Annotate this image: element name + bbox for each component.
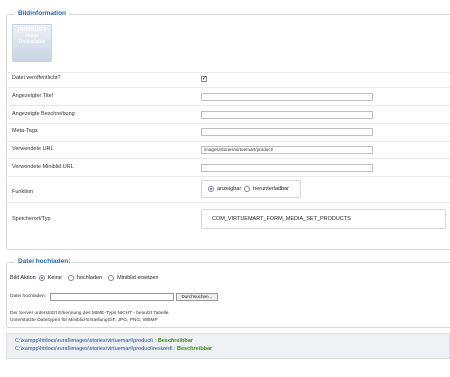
browse-button[interactable]: Durchsuchen... bbox=[176, 293, 218, 301]
radio-action-upload-label: hochladen bbox=[76, 275, 103, 281]
mime-note: Der Server unterstützt Erkennung des MIM… bbox=[10, 311, 170, 316]
divider bbox=[6, 105, 450, 106]
function-radio-group: anzeigbar herunterladbar bbox=[201, 180, 301, 198]
filetypes-note: Unterstützte Dateitypen für Miniblid-Ers… bbox=[10, 318, 158, 323]
title-input[interactable] bbox=[201, 93, 373, 101]
divider bbox=[6, 72, 450, 73]
divider bbox=[6, 176, 450, 177]
location-label: Speicherort/Typ bbox=[12, 216, 51, 222]
path-text: C:\xampp\htdocs\rural\images\stories\vir… bbox=[15, 345, 176, 352]
radio-displayable[interactable] bbox=[208, 186, 214, 192]
image-action-row: Bild Aktion Keine hochladen Miniblid ers… bbox=[10, 275, 158, 281]
divider bbox=[6, 87, 450, 88]
radio-action-none-label: Keine bbox=[47, 275, 62, 281]
image-info-legend: Bildinformation bbox=[15, 10, 70, 17]
path-status: Beschreibbar bbox=[177, 345, 213, 352]
location-value: COM_VIRTUEMART_FORM_MEDIA_SET_PRODUCTS bbox=[212, 216, 351, 222]
divider bbox=[6, 202, 450, 203]
description-label: Angezeigte Beschreibung bbox=[12, 111, 75, 117]
title-label: Angezeigter Titel bbox=[12, 93, 53, 99]
divider bbox=[6, 158, 450, 159]
radio-downloadable-label: herunterladbar bbox=[253, 186, 289, 192]
published-checkbox[interactable] bbox=[201, 75, 207, 82]
function-label: Funktion bbox=[12, 189, 34, 195]
thumb-url-input[interactable] bbox=[201, 164, 373, 172]
path-row: C:\xampp\htdocs\rural\images\stories\vir… bbox=[15, 346, 449, 354]
path-row: C:\xampp\htdocs\rural\images\stories\vir… bbox=[15, 338, 449, 346]
url-label: Verwendete URL bbox=[12, 146, 54, 152]
location-value-box: COM_VIRTUEMART_FORM_MEDIA_SET_PRODUCTS bbox=[201, 209, 446, 229]
thumb-line-3: Unavailable bbox=[18, 39, 46, 45]
radio-displayable-label: anzeigbar bbox=[217, 186, 242, 192]
divider bbox=[6, 123, 450, 124]
divider bbox=[6, 141, 450, 142]
file-upload-label: Datei hochladen: bbox=[10, 294, 47, 299]
radio-action-replace-thumb-label: Miniblid ersetzen bbox=[117, 275, 159, 281]
description-input[interactable] bbox=[201, 111, 373, 119]
meta-tags-input[interactable] bbox=[201, 128, 373, 136]
url-input[interactable]: images/stories/virtuemart/product/ bbox=[201, 146, 373, 154]
path-status: Beschreibbar bbox=[157, 338, 193, 344]
upload-legend: Datei hochladen: bbox=[15, 258, 74, 265]
radio-action-replace-thumb[interactable] bbox=[108, 275, 115, 281]
file-upload-input[interactable] bbox=[50, 293, 174, 301]
thumb-url-label: Verwendete Miniblid URL bbox=[12, 164, 74, 170]
product-image-placeholder: PRODUCT Image Unavailable bbox=[12, 24, 52, 62]
radio-downloadable[interactable] bbox=[244, 186, 251, 192]
path-text: C:\xampp\htdocs\rural\images\stories\vir… bbox=[15, 338, 157, 344]
radio-action-upload[interactable] bbox=[67, 275, 74, 281]
image-action-label: Bild Aktion bbox=[10, 275, 36, 281]
radio-action-none[interactable] bbox=[38, 275, 45, 281]
meta-tags-label: Meta-Tags bbox=[12, 128, 38, 134]
published-label: Datei veröffentlicht? bbox=[12, 75, 61, 81]
path-status-box: C:\xampp\htdocs\rural\images\stories\vir… bbox=[6, 333, 450, 359]
